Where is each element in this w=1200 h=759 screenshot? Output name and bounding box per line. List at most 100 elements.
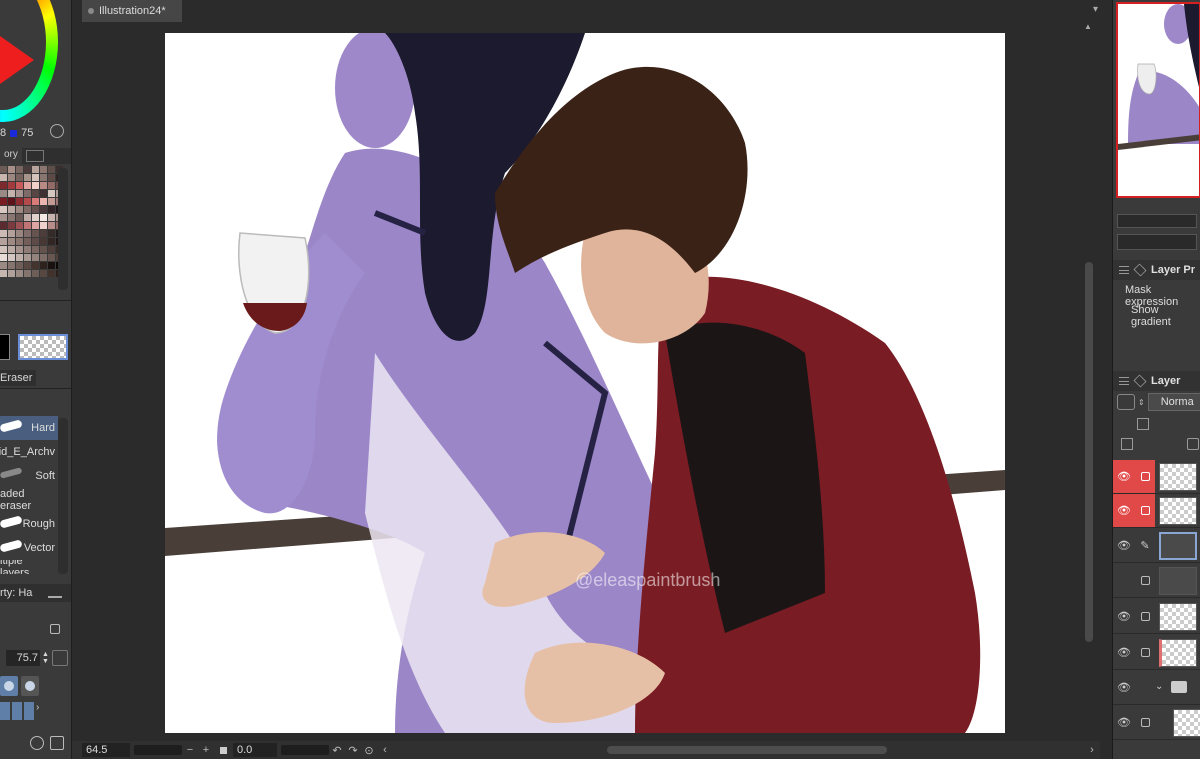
palette-swatch[interactable]: [48, 222, 55, 229]
layer-tool-icon[interactable]: [1137, 418, 1149, 430]
palette-swatch[interactable]: [8, 206, 15, 213]
palette-swatch[interactable]: [40, 262, 47, 269]
palette-swatch[interactable]: [40, 238, 47, 245]
chevron-down-icon[interactable]: ▾: [1093, 4, 1098, 15]
palette-swatch[interactable]: [48, 166, 55, 173]
chevron-right-icon[interactable]: ›: [36, 702, 46, 720]
wrench-icon[interactable]: [50, 736, 64, 750]
palette-swatch[interactable]: [32, 190, 39, 197]
palette-swatch[interactable]: [0, 222, 7, 229]
eraser-item-soft[interactable]: Soft: [0, 464, 58, 488]
rotation-slider[interactable]: [281, 745, 329, 755]
eraser-item-shaded[interactable]: aded eraser: [0, 488, 58, 512]
palette-swatch[interactable]: [16, 182, 23, 189]
visibility-eye-icon[interactable]: 👁: [1113, 636, 1135, 669]
download-icon[interactable]: [52, 650, 68, 666]
visibility-eye-icon[interactable]: 👁: [1113, 460, 1135, 493]
brush-shape-block[interactable]: [12, 702, 22, 720]
palette-swatch[interactable]: [24, 222, 31, 229]
brush-shape-block[interactable]: [24, 702, 34, 720]
palette-swatch[interactable]: [32, 174, 39, 181]
rotate-right-icon[interactable]: ↷: [345, 744, 361, 757]
palette-swatch[interactable]: [16, 174, 23, 181]
lock-icon[interactable]: [50, 624, 60, 634]
navigator-zoom-slider[interactable]: [1117, 214, 1197, 228]
palette-swatch[interactable]: [40, 246, 47, 253]
main-color-swatch[interactable]: [0, 334, 10, 360]
palette-swatch[interactable]: [0, 214, 7, 221]
palette-swatch[interactable]: [24, 270, 31, 277]
illustration-canvas[interactable]: @eleaspaintbrush: [165, 33, 1005, 733]
layer-list-icon[interactable]: [1121, 438, 1133, 450]
rotate-left-icon[interactable]: ↶: [329, 744, 345, 757]
palette-swatch[interactable]: [32, 254, 39, 261]
palette-swatch[interactable]: [48, 206, 55, 213]
palette-swatch[interactable]: [40, 230, 47, 237]
color-settings-icon[interactable]: [50, 124, 64, 138]
palette-swatch[interactable]: [48, 262, 55, 269]
palette-swatch[interactable]: [16, 254, 23, 261]
palette-swatch[interactable]: [0, 166, 7, 173]
rotation-input[interactable]: 0.0: [233, 743, 277, 757]
palette-swatch[interactable]: [24, 174, 31, 181]
palette-swatch[interactable]: [40, 166, 47, 173]
palette-swatch[interactable]: [8, 246, 15, 253]
visibility-eye-icon[interactable]: 👁: [1113, 494, 1135, 527]
palette-swatch[interactable]: [24, 198, 31, 205]
blend-spinner[interactable]: ⇕: [1138, 398, 1145, 407]
palette-swatch[interactable]: [48, 270, 55, 277]
palette-swatch[interactable]: [40, 206, 47, 213]
palette-swatch[interactable]: [32, 206, 39, 213]
palette-scrollbar[interactable]: [58, 168, 68, 290]
tab-eraser[interactable]: Eraser: [0, 370, 36, 386]
palette-swatch[interactable]: [8, 222, 15, 229]
palette-swatch[interactable]: [0, 182, 7, 189]
color-triangle[interactable]: [0, 36, 34, 84]
transparent-color-swatch[interactable]: [18, 334, 68, 360]
palette-swatch[interactable]: [0, 246, 7, 253]
chevron-down-icon[interactable]: ⌄: [1155, 681, 1163, 692]
palette-swatch[interactable]: [0, 190, 7, 197]
palette-swatch[interactable]: [40, 198, 47, 205]
palette-swatch[interactable]: [24, 254, 31, 261]
palette-swatch[interactable]: [0, 206, 7, 213]
palette-swatch[interactable]: [0, 238, 7, 245]
canvas-area[interactable]: Illustration24* ▾ @eleaspaintbrush ▲: [72, 0, 1112, 759]
palette-swatch[interactable]: [8, 270, 15, 277]
palette-swatch[interactable]: [24, 230, 31, 237]
brush-tip-button[interactable]: [0, 676, 18, 696]
palette-swatch[interactable]: [48, 238, 55, 245]
palette-swatch[interactable]: [8, 198, 15, 205]
size-spinner[interactable]: ▲ ▼: [42, 651, 50, 665]
palette-swatch[interactable]: [8, 182, 15, 189]
palette-swatch[interactable]: [24, 182, 31, 189]
grip-icon[interactable]: [1119, 377, 1129, 385]
zoom-in-button[interactable]: +: [198, 744, 214, 756]
layer-row[interactable]: 👁: [1113, 636, 1200, 670]
document-tab[interactable]: Illustration24*: [82, 0, 182, 22]
palette-swatch[interactable]: [0, 198, 7, 205]
palette-swatch[interactable]: [16, 190, 23, 197]
eraser-item-vector[interactable]: Vector: [0, 536, 58, 560]
palette-swatch[interactable]: [0, 174, 7, 181]
palette-swatch[interactable]: [16, 238, 23, 245]
palette-swatch[interactable]: [40, 270, 47, 277]
layer-row[interactable]: [1113, 564, 1200, 598]
palette-swatch[interactable]: [16, 262, 23, 269]
blend-mode-select[interactable]: Norma: [1147, 393, 1200, 411]
eraser-item-multiple-layers[interactable]: ltiple layers: [0, 560, 58, 574]
scroll-up-arrow[interactable]: ▲: [1084, 22, 1092, 31]
scroll-left-arrow[interactable]: ‹: [377, 744, 393, 756]
palette-swatch[interactable]: [24, 238, 31, 245]
palette-swatch[interactable]: [8, 190, 15, 197]
palette-swatch[interactable]: [8, 166, 15, 173]
palette-swatch[interactable]: [8, 254, 15, 261]
fit-screen-icon[interactable]: [220, 746, 227, 754]
brush-tip-button[interactable]: [21, 676, 39, 696]
palette-swatch[interactable]: [32, 166, 39, 173]
palette-swatch[interactable]: [40, 190, 47, 197]
palette-swatch[interactable]: [8, 230, 15, 237]
palette-swatch[interactable]: [24, 214, 31, 221]
palette-swatch[interactable]: [16, 246, 23, 253]
palette-swatch[interactable]: [32, 230, 39, 237]
